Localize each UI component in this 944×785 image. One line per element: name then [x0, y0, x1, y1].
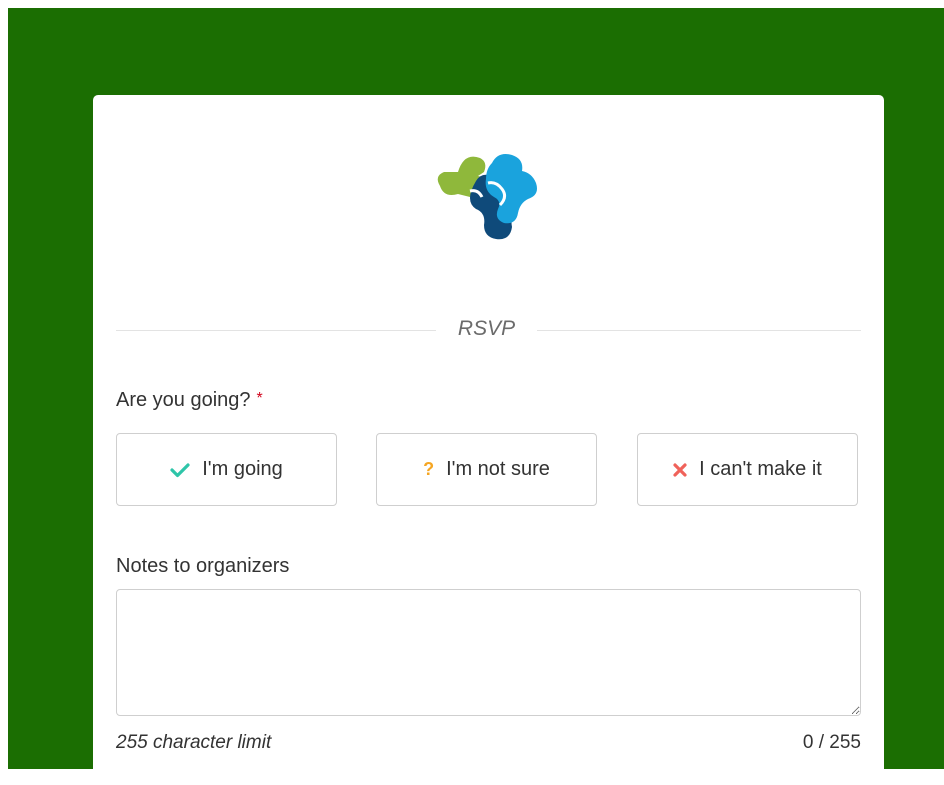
page-background: RSVP Are you going? * I'm going ? I'm not… — [8, 8, 944, 785]
logo-icon — [437, 154, 537, 240]
not-sure-label: I'm not sure — [446, 458, 550, 480]
cross-icon — [673, 462, 687, 477]
section-title: RSVP — [457, 317, 516, 340]
question-label: Are you going? — [116, 389, 251, 411]
character-counter: 0 / 255 — [802, 732, 861, 753]
rsvp-card: RSVP Are you going? * I'm going ? I'm not… — [93, 95, 884, 785]
divider-line-right — [537, 330, 861, 331]
cant-make-it-button[interactable]: I can't make it — [637, 433, 858, 506]
attendance-question: Are you going? * — [116, 389, 263, 412]
going-button[interactable]: I'm going — [116, 433, 337, 506]
not-sure-button[interactable]: ? I'm not sure — [376, 433, 597, 506]
notes-textarea[interactable] — [116, 589, 861, 716]
required-marker: * — [256, 390, 263, 407]
cant-make-it-label: I can't make it — [699, 458, 822, 480]
notes-label: Notes to organizers — [116, 555, 290, 577]
divider-line-left — [116, 330, 436, 331]
section-divider: RSVP — [116, 313, 861, 349]
character-limit-text: 255 character limit — [116, 732, 272, 753]
check-icon — [170, 462, 190, 478]
question-icon: ? — [423, 459, 435, 479]
going-label: I'm going — [202, 458, 283, 480]
